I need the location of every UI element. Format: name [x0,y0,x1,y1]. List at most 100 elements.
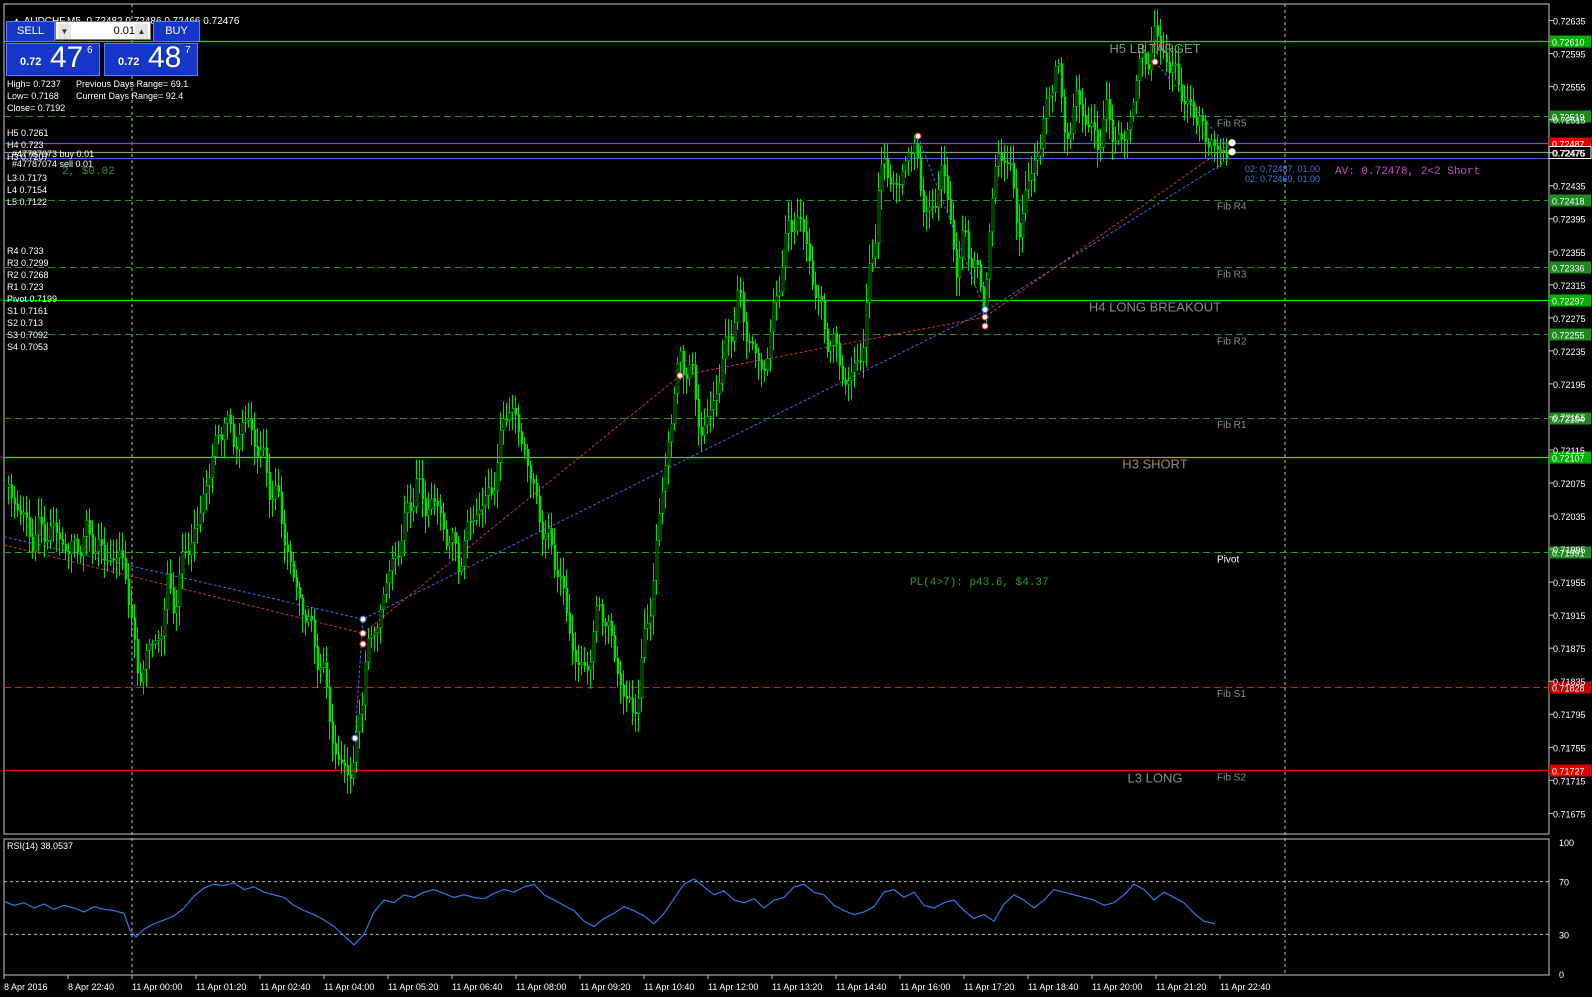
candle-body-149 [454,532,458,544]
candle-body-243 [736,289,740,323]
candle-body-309 [934,206,938,208]
candle-body-390 [1177,63,1181,85]
candle-body-172 [523,443,527,450]
candle-body-250 [757,353,761,361]
sell-button[interactable]: SELL [6,21,55,42]
price-tick-label-0: 0.72635 [1553,17,1586,27]
candle-body-56 [175,606,179,614]
candle-body-363 [1096,129,1100,151]
camarilla-h5: H5 0.7261 [7,128,49,138]
candle-body-17 [58,532,62,540]
candle-body-57 [178,573,182,607]
candle-body-205 [622,684,626,697]
candle-body-78 [241,422,245,435]
candle-body-12 [43,523,47,542]
time-label-3: 11 Apr 01:20 [196,982,246,992]
candle-body-402 [1213,139,1217,147]
candle-body-117 [358,713,362,733]
candle-body-73 [226,414,230,424]
price-tick-label-15: 0.72035 [1553,512,1586,522]
price-tick-label-18: 0.71915 [1553,611,1586,621]
candle-body-151 [460,566,464,572]
candle-body-182 [553,545,557,571]
candle-body-294 [889,177,893,185]
buy-price[interactable]: 0.72 48 7 [104,41,198,76]
candle-body-68 [211,456,215,478]
candle-body-374 [1129,116,1133,131]
candle-body-288 [871,257,875,264]
candle-body-67 [208,477,212,486]
candle-body-70 [217,434,221,436]
candle-body-35 [112,558,116,561]
candle-body-368 [1111,119,1115,142]
candle-body-204 [619,673,623,686]
candle-body-46 [145,650,149,670]
candle-body-42 [133,617,137,640]
price-tick-label-2: 0.72555 [1553,83,1586,93]
candle-body-365 [1102,118,1106,148]
candle-body-10 [37,516,41,536]
candle-body-96 [295,577,299,588]
candle-body-307 [928,206,932,212]
candle-body-4 [19,509,23,515]
pivot-s2: S2 0.713 [7,318,44,328]
time-label-4: 11 Apr 02:40 [260,982,310,992]
candle-body-49 [154,640,158,645]
candle-body-164 [499,429,503,463]
candle-body-83 [256,446,260,457]
price-chart[interactable]: H5 LB TARGET H4 LONG BREAKOUT H3 SHORT L3 L… [0,0,1592,997]
candle-body-21 [70,540,74,555]
lot-increase-icon[interactable]: ▲ [135,24,148,39]
candle-body-19 [64,543,68,552]
candle-body-127 [388,570,392,584]
candle-body-366 [1105,98,1109,120]
candle-body-102 [313,619,317,647]
candle-body-99 [304,614,308,623]
candle-body-406 [1225,151,1229,159]
h5-text: H5 LB TARGET [1109,41,1200,56]
candle-body-312 [943,164,947,176]
candle-body-372 [1123,139,1127,141]
rsi-tick-3: 0 [1559,970,1564,980]
candle-body-169 [514,408,518,415]
candle-body-155 [472,520,476,522]
candle-body-187 [568,612,572,634]
candle-body-304 [919,157,923,191]
candle-body-133 [406,502,410,514]
candle-body-237 [718,382,722,395]
candle-body-396 [1195,117,1199,126]
candle-body-306 [925,210,929,213]
candle-body-373 [1126,129,1130,141]
sell-price[interactable]: 0.72 47 6 [6,41,100,76]
candle-body-296 [895,182,899,185]
lot-decrease-icon[interactable]: ▼ [58,24,71,39]
candle-body-174 [529,465,533,480]
candle-body-277 [838,342,842,366]
time-label-6: 11 Apr 05:20 [388,982,438,992]
candle-body-86 [265,447,269,473]
candle-body-31 [100,539,104,546]
candle-body-392 [1183,101,1187,105]
candle-body-224 [679,350,683,364]
candle-body-157 [478,509,482,515]
candle-body-352 [1063,96,1067,133]
candle-body-193 [586,665,590,671]
candle-body-344 [1039,148,1043,157]
buy-button[interactable]: BUY [153,21,200,42]
price-tick-label-12: 0.72155 [1553,413,1586,423]
candle-body-317 [958,256,962,278]
candle-body-310 [937,189,941,208]
candle-body-176 [535,483,539,497]
lot-size-field[interactable]: ▼ 0.01 ▲ [55,21,151,40]
candle-body-318 [961,230,965,258]
candle-body-341 [1030,173,1034,181]
candle-body-206 [625,696,629,700]
price-axis: 0.726100.725190.724870.724760.724180.723… [1548,17,1592,819]
candle-body-59 [184,550,188,553]
candle-body-346 [1045,97,1049,119]
time-label-18: 11 Apr 21:20 [1156,982,1206,992]
candle-body-0 [7,484,11,488]
candle-body-111 [340,759,344,764]
candle-body-332 [1003,160,1007,163]
time-label-12: 11 Apr 13:20 [772,982,822,992]
